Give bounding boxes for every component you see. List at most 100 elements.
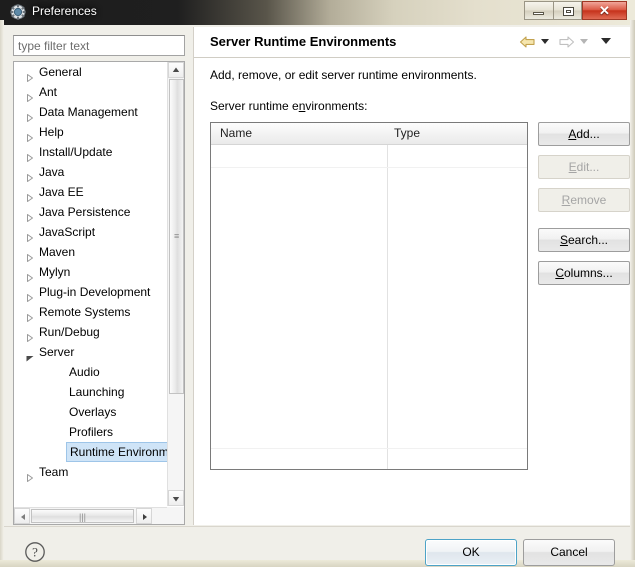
tree-collapsed-arrow-icon[interactable] [26,148,34,162]
runtime-environments-table[interactable]: Name Type [210,122,528,470]
tree-item-label: Data Management [39,105,138,119]
tree-collapsed-arrow-icon[interactable] [26,128,34,142]
tree-item-install-update[interactable]: Install/Update [14,142,168,162]
tree-collapsed-arrow-icon[interactable] [26,268,34,282]
tree-item-javascript[interactable]: JavaScript [14,222,168,242]
column-header-type[interactable]: Type [394,126,420,140]
tree-item-label: Profilers [69,425,114,439]
list-label-pre: Server runtime e [210,99,299,113]
preferences-tree-panel: General Ant Data Management Help Install/Upd… [13,61,185,525]
tree-item-launching[interactable]: Launching [14,382,168,402]
tree-collapsed-arrow-icon[interactable] [26,208,34,222]
tree-item-help[interactable]: Help [14,122,168,142]
chevron-down-icon [541,39,549,44]
tree-collapsed-arrow-icon[interactable] [26,168,34,182]
ok-button[interactable]: OK [425,539,517,566]
tree-hscroll-thumb[interactable]: ||| [31,509,134,523]
tree-item-label: Java Persistence [39,205,131,219]
tree-collapsed-arrow-icon[interactable] [26,88,34,102]
scrollbar-grip-icon: ≡ [174,231,180,241]
tree-item-overlays[interactable]: Overlays [14,402,168,422]
search-input[interactable] [18,39,178,53]
forward-arrow-icon [559,36,575,48]
tree-item-ant[interactable]: Ant [14,82,168,102]
tree-item-label: General [39,65,82,79]
footer-separator [4,526,630,527]
tree-item-label: Launching [69,385,125,399]
tree-item-server[interactable]: Server [14,342,168,362]
column-divider[interactable] [387,145,388,469]
tree-item-java-persistence[interactable]: Java Persistence [14,202,168,222]
window-frame-right [630,20,635,560]
tree-item-maven[interactable]: Maven [14,242,168,262]
tree-item-label: Team [39,465,69,479]
tree-item-label: Plug-in Development [39,285,151,299]
tree-item-label: Mylyn [39,265,71,279]
tree-item-label: Run/Debug [39,325,100,339]
tree-item-data-management[interactable]: Data Management [14,102,168,122]
table-header-row: Name Type [211,123,527,145]
tree-collapsed-arrow-icon[interactable] [26,108,34,122]
help-button[interactable]: ? [24,541,46,563]
maximize-icon [563,7,574,16]
content-header: Server Runtime Environments [194,27,630,58]
row-divider [211,448,527,449]
filter-textbox[interactable] [13,35,185,56]
minimize-icon [533,12,544,15]
tree-item-general[interactable]: General [14,62,168,82]
tree-collapsed-arrow-icon[interactable] [26,288,34,302]
forward-button[interactable] [558,34,575,50]
chevron-down-icon [601,38,611,44]
cancel-button[interactable]: Cancel [523,539,615,566]
preferences-dialog-window: Preferences ✕ General Ant Data Management H… [0,0,635,567]
tree-expanded-arrow-icon[interactable] [26,348,34,362]
tree-vertical-scrollbar[interactable]: ≡ [167,62,184,506]
tree-item-run-debug[interactable]: Run/Debug [14,322,168,342]
tree-item-label: JavaScript [39,225,96,239]
tree-collapsed-arrow-icon[interactable] [26,328,34,342]
tree-item-label: Java [39,165,65,179]
scroll-left-arrow[interactable] [14,508,30,524]
tree-item-profilers[interactable]: Profilers [14,422,168,442]
tree-item-label: Audio [69,365,100,379]
list-label-post: vironments: [305,99,368,113]
maximize-button[interactable] [553,1,582,20]
tree-vscroll-thumb[interactable]: ≡ [169,79,184,394]
page-description: Add, remove, or edit server runtime envi… [210,68,477,82]
title-bar[interactable]: Preferences ✕ [0,0,635,25]
tree-item-java[interactable]: Java [14,162,168,182]
tree-item-label: Overlays [69,405,117,419]
tree-item-mylyn[interactable]: Mylyn [14,262,168,282]
scrollbar-grip-icon: ||| [79,512,87,522]
tree-item-runtime-environm[interactable]: Runtime Environm [14,442,168,462]
tree-collapsed-arrow-icon[interactable] [26,248,34,262]
minimize-button[interactable] [524,1,553,20]
close-button[interactable]: ✕ [582,1,627,20]
search-button[interactable]: Search... [538,228,630,252]
content-pane: Server Runtime Environments Add, remove,… [193,27,630,525]
help-question-icon: ? [25,542,45,562]
back-button[interactable] [519,34,536,50]
tree-collapsed-arrow-icon[interactable] [26,228,34,242]
tree-item-plug-in-development[interactable]: Plug-in Development [14,282,168,302]
scroll-down-arrow[interactable] [168,490,184,506]
tree-collapsed-arrow-icon[interactable] [26,308,34,322]
scroll-up-arrow[interactable] [168,62,184,78]
tree-collapsed-arrow-icon[interactable] [26,188,34,202]
tree-item-label: Java EE [39,185,84,199]
add-button[interactable]: Add... [538,122,630,146]
columns-button[interactable]: Columns... [538,261,630,285]
tree-collapsed-arrow-icon[interactable] [26,68,34,82]
tree-collapsed-arrow-icon[interactable] [26,468,34,482]
column-header-name[interactable]: Name [220,126,252,140]
tree-item-remote-systems[interactable]: Remote Systems [14,302,168,322]
preferences-tree[interactable]: General Ant Data Management Help Install/Upd… [14,62,168,506]
window-title: Preferences [32,4,97,18]
tree-horizontal-scrollbar[interactable]: ||| [14,507,168,524]
row-divider [211,167,527,168]
edit-button: Edit... [538,155,630,179]
tree-item-team[interactable]: Team [14,462,168,482]
scroll-right-arrow[interactable] [136,508,152,524]
tree-item-java-ee[interactable]: Java EE [14,182,168,202]
tree-item-audio[interactable]: Audio [14,362,168,382]
